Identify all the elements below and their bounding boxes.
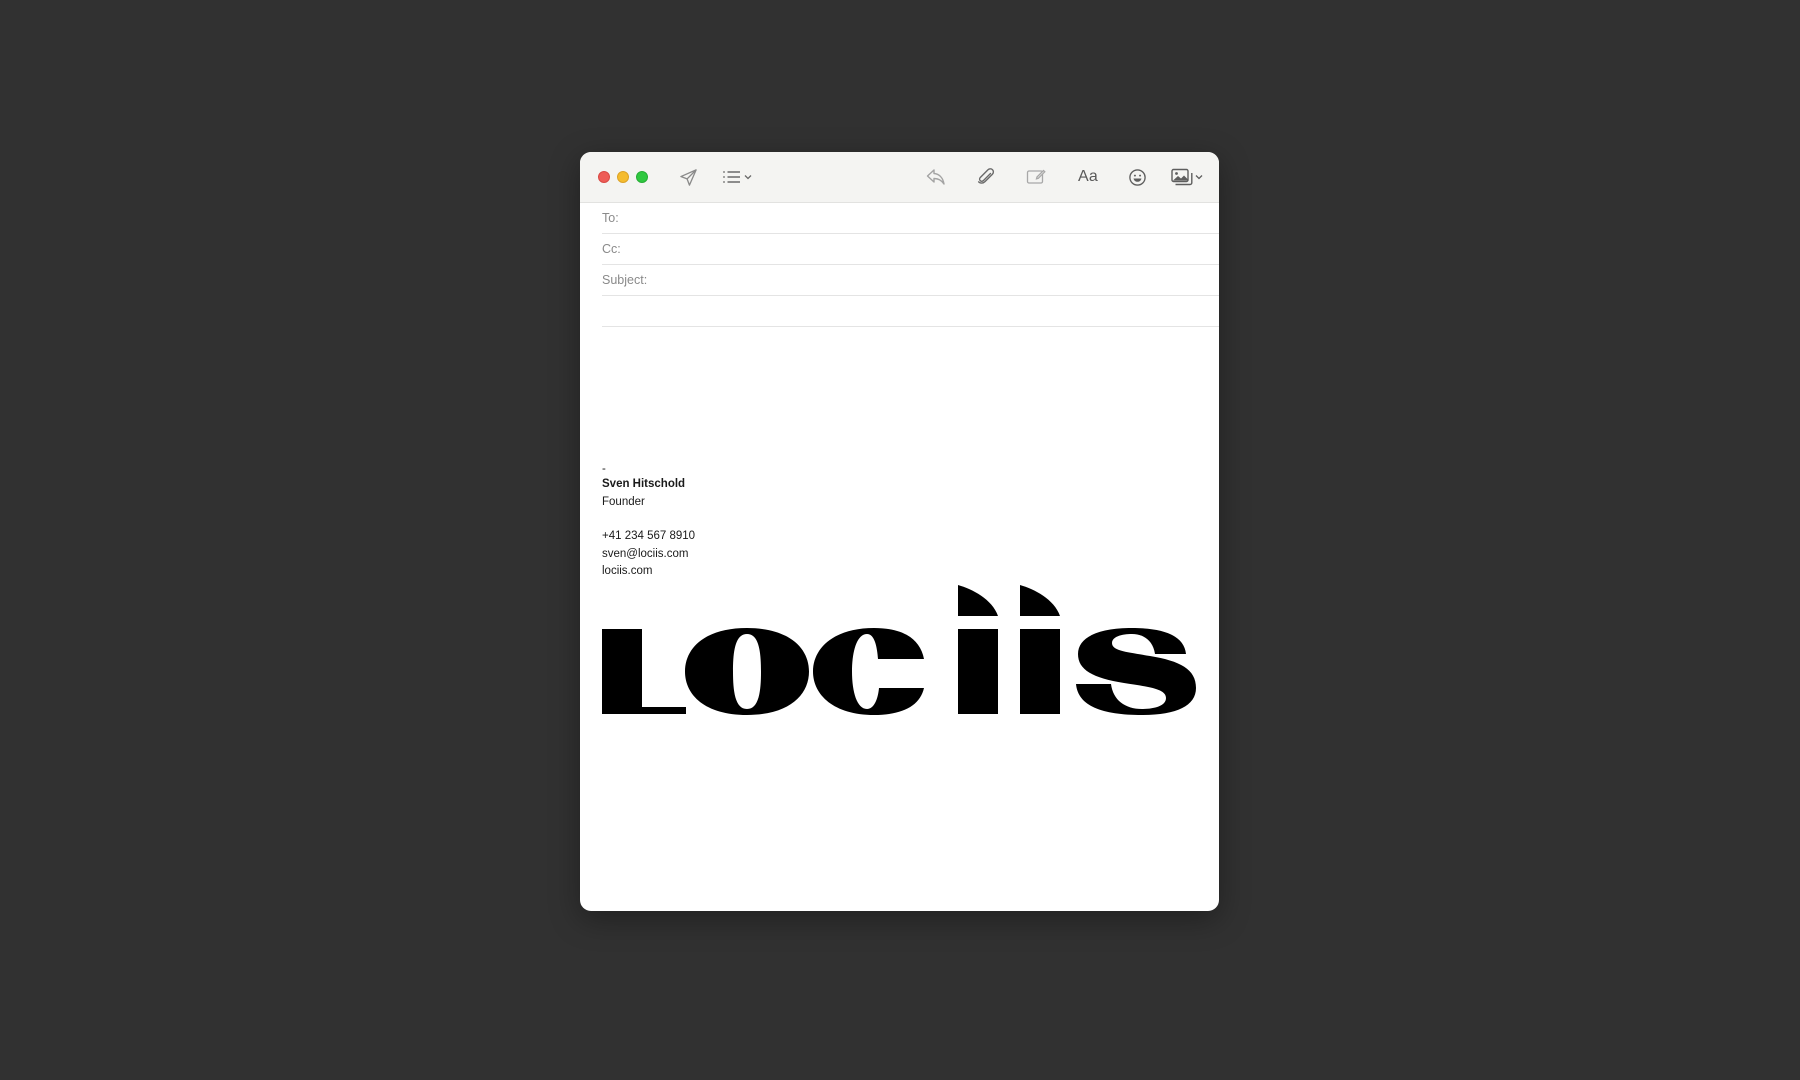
reply-icon	[926, 168, 946, 186]
subject-field-row: Subject:	[602, 264, 1219, 296]
markup-button[interactable]	[1024, 165, 1048, 189]
header-fields: To: Cc: Subject:	[580, 202, 1219, 327]
signature-email[interactable]: sven@lociis.com	[602, 546, 1199, 564]
cc-field[interactable]	[626, 233, 1219, 265]
subject-label: Subject:	[602, 273, 648, 287]
lociis-logo	[602, 585, 1198, 725]
paperclip-icon	[977, 167, 995, 187]
minimize-button[interactable]	[617, 171, 629, 183]
emoji-button[interactable]	[1125, 165, 1149, 189]
chevron-down-icon	[744, 174, 752, 180]
attach-button[interactable]	[974, 165, 998, 189]
toolbar: Aa	[580, 152, 1219, 203]
send-button[interactable]	[676, 165, 700, 189]
markup-icon	[1026, 168, 1046, 186]
signature-website[interactable]: lociis.com	[602, 563, 1199, 581]
signature-dash: -	[602, 463, 606, 475]
reply-button[interactable]	[924, 165, 948, 189]
zoom-button[interactable]	[636, 171, 648, 183]
message-body[interactable]: - Sven Hitschold Founder +41 234 567 891…	[602, 462, 1199, 581]
cc-label: Cc:	[602, 242, 621, 256]
header-fields-button[interactable]	[720, 165, 754, 189]
signature-phone: +41 234 567 8910	[602, 530, 696, 542]
format-label: Aa	[1078, 168, 1098, 185]
photo-browser-button[interactable]	[1169, 165, 1205, 189]
to-field-row: To:	[602, 202, 1219, 234]
list-icon	[722, 169, 742, 185]
signature-title: Founder	[602, 495, 645, 508]
cc-field-row: Cc:	[602, 233, 1219, 265]
smiley-icon	[1128, 168, 1147, 187]
photo-browser-icon	[1171, 168, 1193, 186]
format-button[interactable]: Aa	[1073, 165, 1103, 189]
subject-field[interactable]	[653, 264, 1219, 296]
to-label: To:	[602, 211, 619, 225]
to-field[interactable]	[624, 202, 1219, 234]
chevron-down-icon	[1195, 174, 1203, 180]
signature-name: Sven Hitschold	[602, 478, 686, 490]
close-button[interactable]	[598, 171, 610, 183]
from-field-row[interactable]	[602, 296, 1219, 327]
mail-compose-window: Aa To: Cc: Subject: - Sven Hitschold Fou…	[580, 152, 1219, 911]
paper-plane-icon	[679, 168, 698, 187]
